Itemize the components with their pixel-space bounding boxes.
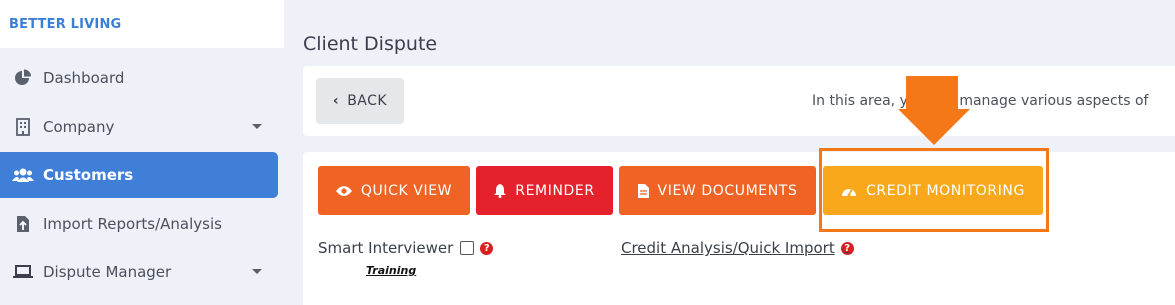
- chevron-down-icon: [252, 124, 262, 129]
- laptop-icon: [12, 262, 34, 282]
- credit-analysis-row: Credit Analysis/Quick Import ?: [621, 239, 854, 257]
- quick-view-button[interactable]: QUICK VIEW: [318, 166, 470, 215]
- sidebar-item-label: Company: [43, 118, 115, 136]
- sidebar-item-import-reports[interactable]: Import Reports/Analysis: [0, 201, 278, 247]
- sidebar-item-label: Dashboard: [43, 69, 125, 87]
- building-icon: [12, 117, 34, 137]
- view-documents-label: VIEW DOCUMENTS: [657, 182, 798, 199]
- header-card: ‹ BACK In this area, you can manage vari…: [303, 66, 1175, 136]
- users-icon: [12, 165, 34, 185]
- smart-interviewer-row: Smart Interviewer ?: [318, 239, 494, 257]
- reminder-label: REMINDER: [515, 182, 595, 199]
- credit-analysis-link[interactable]: Credit Analysis/Quick Import: [621, 239, 835, 257]
- training-link[interactable]: Training: [366, 264, 416, 277]
- info-text: In this area, you can manage various asp…: [812, 93, 1149, 109]
- chevron-down-icon: [252, 269, 262, 274]
- document-icon: [637, 183, 649, 198]
- bell-icon: [494, 183, 507, 198]
- chevron-left-icon: ‹: [332, 93, 340, 109]
- file-import-icon: [12, 214, 34, 234]
- page-title: Client Dispute: [303, 33, 438, 55]
- arrow-down-head: [898, 109, 970, 145]
- smart-interviewer-label: Smart Interviewer: [318, 239, 454, 257]
- help-icon[interactable]: ?: [480, 241, 494, 255]
- brand-header: BETTER LIVING: [0, 0, 284, 48]
- back-button-label: BACK: [347, 93, 388, 109]
- back-button[interactable]: ‹ BACK: [316, 78, 404, 124]
- sidebar-item-customers[interactable]: Customers: [0, 152, 278, 198]
- view-documents-button[interactable]: VIEW DOCUMENTS: [619, 166, 816, 215]
- pie-chart-icon: [12, 68, 34, 88]
- arrow-down-icon: [906, 76, 958, 111]
- sidebar-item-dispute-manager[interactable]: Dispute Manager: [0, 249, 278, 295]
- eye-icon: [335, 185, 352, 197]
- sidebar-item-company[interactable]: Company: [0, 104, 278, 150]
- reminder-button[interactable]: REMINDER: [476, 166, 613, 215]
- sidebar: BETTER LIVING Dashboard Company Customer…: [0, 0, 284, 305]
- help-icon[interactable]: ?: [840, 241, 854, 255]
- sidebar-item-label: Dispute Manager: [43, 263, 172, 281]
- sidebar-item-label: Customers: [43, 166, 134, 184]
- sidebar-item-label: Import Reports/Analysis: [43, 215, 222, 233]
- sidebar-item-dashboard[interactable]: Dashboard: [0, 55, 278, 101]
- highlight-box: [819, 148, 1049, 232]
- quick-view-label: QUICK VIEW: [360, 182, 453, 199]
- brand-logo-text: BETTER LIVING: [9, 17, 122, 32]
- smart-interviewer-checkbox[interactable]: [460, 241, 475, 255]
